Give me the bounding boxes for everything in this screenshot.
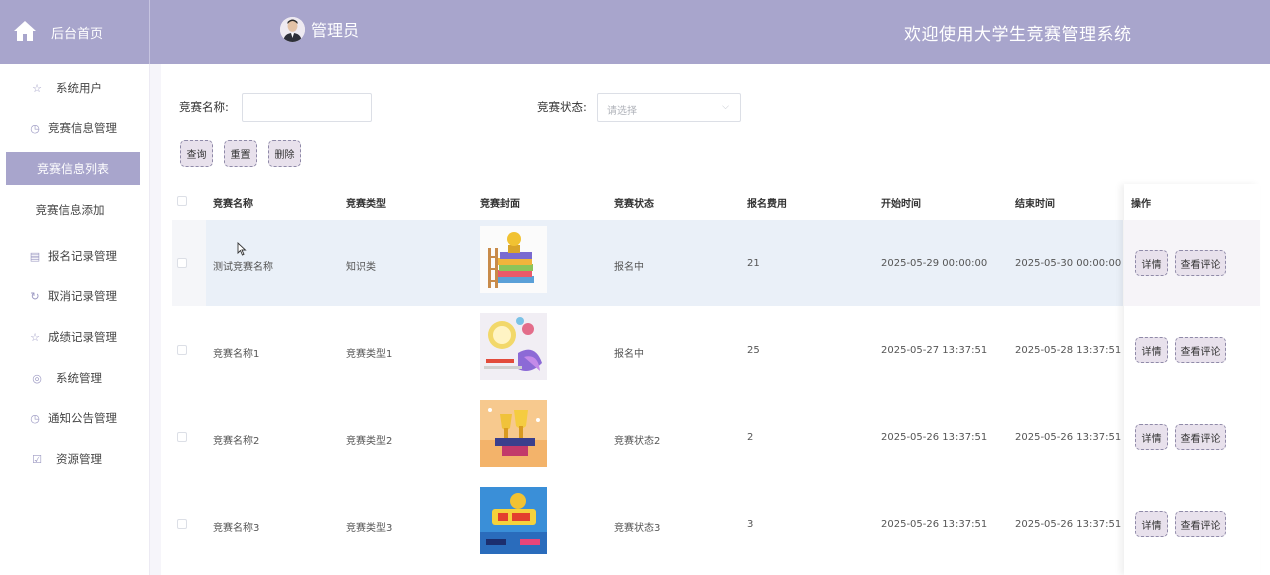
row-checkbox[interactable] xyxy=(177,519,187,529)
cell-status: 竞赛状态3 xyxy=(614,523,661,534)
sidebar-item-notice-management[interactable]: ◷ 通知公告管理 xyxy=(28,406,150,430)
column-header-name: 竞赛名称 xyxy=(213,199,253,210)
top-header: 后台首页 管理员 欢迎使用大学生竞赛管理系统 xyxy=(0,0,1270,64)
home-link[interactable]: 后台首页 xyxy=(0,0,150,64)
cell-fee: 3 xyxy=(747,519,754,530)
column-header-cover: 竞赛封面 xyxy=(480,199,520,210)
admin-profile[interactable]: 管理员 xyxy=(280,14,359,44)
clock-icon: ◷ xyxy=(30,121,40,135)
sidebar-item-competition-list[interactable]: 竞赛信息列表 xyxy=(6,152,140,185)
sidebar-item-cancel-records[interactable]: ↻ 取消记录管理 xyxy=(28,284,150,308)
cell-end-time: 2025-05-30 00:00:00 xyxy=(1015,258,1122,269)
content-panel xyxy=(161,64,1270,575)
calendar-icon: ▤ xyxy=(29,249,41,263)
sidebar-item-label: 系统用户 xyxy=(56,81,102,95)
cell-status: 竞赛状态2 xyxy=(614,436,661,447)
sidebar-item-competition-add[interactable]: 竞赛信息添加 xyxy=(0,202,140,218)
column-header-actions: 操作 xyxy=(1131,199,1151,210)
cell-status: 报名中 xyxy=(614,349,644,360)
sidebar-item-competition-info[interactable]: ◷ 竞赛信息管理 xyxy=(28,116,150,140)
sidebar-item-system-users[interactable]: ☆ 系统用户 xyxy=(30,76,150,100)
cell-name: 竞赛名称1 xyxy=(213,349,260,360)
calendar-check-icon: ☑ xyxy=(32,452,42,466)
sidebar-item-system-management[interactable]: ◎ 系统管理 xyxy=(30,366,150,390)
cell-start-time: 2025-05-26 13:37:51 xyxy=(881,432,988,443)
select-all-checkbox[interactable] xyxy=(177,196,187,206)
admin-label: 管理员 xyxy=(311,21,360,40)
avatar xyxy=(280,16,305,42)
view-comments-button[interactable]: 查看评论 xyxy=(1175,424,1226,450)
cover-image xyxy=(480,400,547,467)
cell-start-time: 2025-05-29 00:00:00 xyxy=(881,258,988,269)
welcome-title: 欢迎使用大学生竞赛管理系统 xyxy=(904,25,1132,45)
sidebar-item-score-records[interactable]: ☆ 成绩记录管理 xyxy=(28,325,150,349)
detail-button[interactable]: 详情 xyxy=(1135,250,1168,276)
row-checkbox[interactable] xyxy=(177,432,187,442)
cover-image xyxy=(480,487,547,554)
sidebar-item-resource-management[interactable]: ☑ 资源管理 xyxy=(30,447,150,471)
detail-button[interactable]: 详情 xyxy=(1135,511,1168,537)
main-area xyxy=(150,64,1270,575)
sidebar-item-signup-records[interactable]: ▤ 报名记录管理 xyxy=(28,244,150,268)
cell-start-time: 2025-05-26 13:37:51 xyxy=(881,519,988,530)
sidebar: ☆ 系统用户 ◷ 竞赛信息管理 竞赛信息列表 竞赛信息添加 ▤ 报名记录管理 ↻… xyxy=(0,64,150,575)
detail-button[interactable]: 详情 xyxy=(1135,424,1168,450)
sidebar-item-label: 系统管理 xyxy=(56,371,102,385)
compass-icon: ◎ xyxy=(32,371,42,385)
sidebar-item-label: 取消记录管理 xyxy=(48,289,117,303)
column-header-fee: 报名费用 xyxy=(747,199,787,210)
name-search-label: 竞赛名称: xyxy=(179,100,229,114)
delete-button[interactable]: 删除 xyxy=(268,140,301,167)
query-button[interactable]: 查询 xyxy=(180,140,213,167)
mouse-cursor-icon xyxy=(237,242,247,256)
view-comments-button[interactable]: 查看评论 xyxy=(1175,337,1226,363)
sidebar-item-label: 成绩记录管理 xyxy=(48,330,117,344)
name-search-input[interactable] xyxy=(242,93,372,122)
cell-type: 竞赛类型1 xyxy=(346,349,393,360)
chevron-down-icon: ⌵ xyxy=(722,102,729,112)
view-comments-button[interactable]: 查看评论 xyxy=(1175,250,1226,276)
cell-end-time: 2025-05-28 13:37:51 xyxy=(1015,345,1122,356)
clock-icon: ◷ xyxy=(30,411,40,425)
cell-type: 知识类 xyxy=(346,262,376,273)
view-comments-button[interactable]: 查看评论 xyxy=(1175,511,1226,537)
row-checkbox[interactable] xyxy=(177,258,187,268)
cell-end-time: 2025-05-26 13:37:51 xyxy=(1015,519,1122,530)
reset-button[interactable]: 重置 xyxy=(224,140,257,167)
row-checkbox[interactable] xyxy=(177,345,187,355)
cell-name: 竞赛名称3 xyxy=(213,523,260,534)
status-select[interactable]: 请选择 ⌵ xyxy=(597,93,741,122)
cell-name: 竞赛名称2 xyxy=(213,436,260,447)
cell-type: 竞赛类型2 xyxy=(346,436,393,447)
cell-fee: 2 xyxy=(747,432,754,443)
detail-button[interactable]: 详情 xyxy=(1135,337,1168,363)
sidebar-item-label: 竞赛信息管理 xyxy=(48,121,117,135)
cell-start-time: 2025-05-27 13:37:51 xyxy=(881,345,988,356)
cell-type: 竞赛类型3 xyxy=(346,523,393,534)
star-icon: ☆ xyxy=(30,330,40,344)
home-icon xyxy=(14,21,36,41)
cell-end-time: 2025-05-26 13:37:51 xyxy=(1015,432,1122,443)
cell-name: 测试竞赛名称 xyxy=(213,262,273,273)
home-label: 后台首页 xyxy=(51,27,104,42)
sidebar-item-label: 报名记录管理 xyxy=(48,249,117,263)
sidebar-item-label: 通知公告管理 xyxy=(48,411,117,425)
cell-fee: 21 xyxy=(747,258,760,269)
cover-image xyxy=(480,226,547,293)
column-header-end-time: 结束时间 xyxy=(1015,199,1055,210)
cover-image xyxy=(480,313,547,380)
column-header-start-time: 开始时间 xyxy=(881,199,921,210)
star-icon: ☆ xyxy=(32,81,42,95)
cell-status: 报名中 xyxy=(614,262,644,273)
status-select-placeholder: 请选择 xyxy=(607,106,637,117)
sidebar-item-label: 资源管理 xyxy=(56,452,102,466)
cell-fee: 25 xyxy=(747,345,760,356)
status-search-label: 竞赛状态: xyxy=(537,100,587,114)
column-header-status: 竞赛状态 xyxy=(614,199,654,210)
refresh-icon: ↻ xyxy=(30,289,40,303)
column-header-type: 竞赛类型 xyxy=(346,199,386,210)
